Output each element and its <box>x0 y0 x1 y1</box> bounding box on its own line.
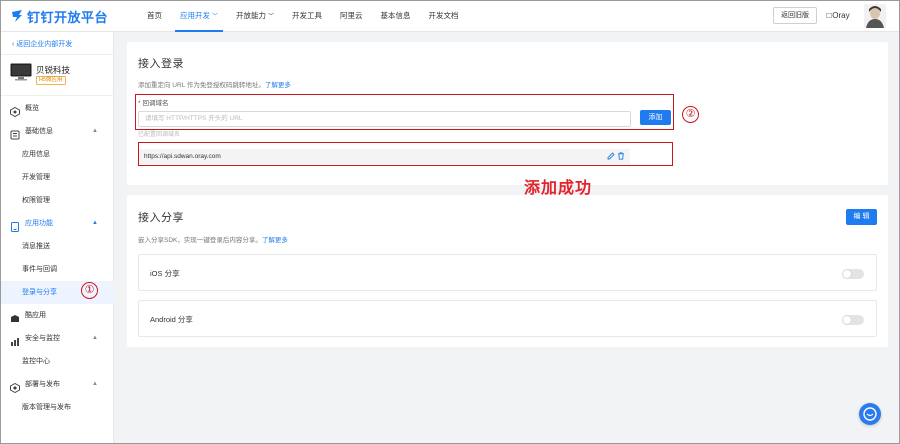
back-to-internal-dev-link[interactable]: ‹ 返回企业内部开发 <box>12 39 72 49</box>
sidebar-item-label: 监控中心 <box>22 358 50 365</box>
sidebar-item-label: 登录与分享 <box>22 289 57 296</box>
ios-share-row: iOS 分享 <box>138 254 877 291</box>
nav-basic-info-label: 基本信息 <box>380 11 411 20</box>
nav-aliyun-label: 阿里云 <box>340 11 363 20</box>
sidebar-item-label: 基础信息 <box>25 128 53 135</box>
dingtalk-logo[interactable]: 钉钉开放平台 <box>10 8 109 25</box>
nav-dev-docs[interactable]: 开发文档 <box>420 0 468 32</box>
nav-dev-docs-label: 开发文档 <box>428 11 459 20</box>
annotation-marker-2: ② <box>682 106 699 123</box>
app-function-icon <box>10 219 20 232</box>
sidebar-item-monitor-center[interactable]: 监控中心 <box>0 350 114 373</box>
top-navigation-bar: 钉钉开放平台 首页 应用开发 ﹀ 开放能力 ﹀ 开发工具 阿里云 基本信息 开发文档… <box>0 0 900 32</box>
share-card-title: 接入分享 <box>138 212 184 224</box>
sidebar-item-label: 权限管理 <box>22 197 50 204</box>
nav-home-label: 首页 <box>147 11 162 20</box>
sidebar-item-label: 酷应用 <box>25 312 46 319</box>
annotation-box-input <box>135 94 674 130</box>
share-card-desc: 嵌入分享SDK，实现一键登录后内容分享。了解更多 <box>138 234 288 244</box>
sidebar-item-permission[interactable]: 权限管理 <box>0 189 114 212</box>
sidebar-item-label: 消息推送 <box>22 243 50 250</box>
sidebar-item-label: 版本管理与发布 <box>22 404 71 411</box>
share-desc-text: 嵌入分享SDK，实现一键登录后内容分享。 <box>138 237 262 244</box>
chevron-up-icon: ▲ <box>92 128 98 134</box>
nav-app-dev-label: 应用开发 <box>180 11 210 20</box>
sidebar-item-label: 开发管理 <box>22 174 50 181</box>
chart-bars-icon <box>10 334 20 346</box>
main-nav: 首页 应用开发 ﹀ 开放能力 ﹀ 开发工具 阿里云 基本信息 开发文档 <box>138 0 468 32</box>
android-share-toggle[interactable] <box>842 315 864 325</box>
monitor-icon <box>10 63 32 81</box>
chevron-up-icon: ▲ <box>92 220 98 226</box>
nav-dev-tools[interactable]: 开发工具 <box>283 0 331 32</box>
app-name: 贝锐科技 <box>36 65 71 75</box>
android-share-label: Android 分享 <box>150 315 193 324</box>
edit-button[interactable]: 编 辑 <box>846 209 877 225</box>
login-desc-text: 添加重定向 URL 作为免登授权码跳转地址。 <box>138 82 265 89</box>
android-share-row: Android 分享 <box>138 300 877 337</box>
sidebar: ‹ 返回企业内部开发 贝锐科技 H5微应用 概览 基础信息 ▲ 应用信息 开发管… <box>0 32 114 444</box>
chevron-up-icon: ▲ <box>92 335 98 341</box>
nav-home[interactable]: 首页 <box>138 0 171 32</box>
sidebar-item-deploy[interactable]: 部署与发布 ▲ <box>0 373 114 396</box>
learn-more-link[interactable]: 了解更多 <box>262 237 288 244</box>
dingtalk-logo-icon <box>10 9 24 23</box>
sidebar-item-message-push[interactable]: 消息推送 <box>0 235 114 258</box>
ios-share-toggle[interactable] <box>842 269 864 279</box>
app-card: 贝锐科技 H5微应用 <box>10 62 110 88</box>
deploy-icon <box>10 380 20 393</box>
chevron-down-icon: ﹀ <box>212 14 219 20</box>
user-name[interactable]: ☐Oray <box>826 0 850 33</box>
login-card-desc: 添加重定向 URL 作为免登授权码跳转地址。了解更多 <box>138 79 291 89</box>
sidebar-item-security[interactable]: 安全与监控 ▲ <box>0 327 114 350</box>
learn-more-link[interactable]: 了解更多 <box>265 82 291 89</box>
sidebar-item-label: 概览 <box>25 105 39 112</box>
app-type-badge: H5微应用 <box>36 76 66 85</box>
sidebar-item-label: 应用功能 <box>25 220 53 227</box>
sidebar-item-cool-app[interactable]: 酷应用 <box>0 304 114 327</box>
login-card-title: 接入登录 <box>138 58 184 70</box>
divider <box>0 95 114 96</box>
nav-app-dev[interactable]: 应用开发 ﹀ <box>171 0 227 32</box>
annotation-marker-1: ① <box>81 282 98 299</box>
annotation-box-saved <box>138 142 673 166</box>
chat-icon <box>863 407 877 421</box>
sidebar-item-events-callbacks[interactable]: 事件与回调 <box>0 258 114 281</box>
sidebar-item-label: 应用信息 <box>22 151 50 158</box>
help-float-button[interactable] <box>859 403 881 425</box>
logo-text: 钉钉开放平台 <box>27 9 109 25</box>
sidebar-item-app-function[interactable]: 应用功能 ▲ <box>0 212 114 235</box>
sidebar-item-app-info[interactable]: 应用信息 <box>0 143 114 166</box>
saved-domain-label: 已配置回调域名 <box>138 132 181 138</box>
cool-app-icon <box>10 311 20 322</box>
sidebar-item-label: 部署与发布 <box>25 381 60 388</box>
chevron-down-icon: ﹀ <box>268 14 275 20</box>
ios-share-label: iOS 分享 <box>150 269 180 278</box>
sidebar-item-dev-management[interactable]: 开发管理 <box>0 166 114 189</box>
user-name-label: Oray <box>832 11 850 20</box>
info-icon <box>10 127 20 139</box>
sidebar-item-label: 事件与回调 <box>22 266 57 273</box>
overview-icon <box>10 104 20 117</box>
chevron-up-icon: ▲ <box>92 381 98 387</box>
sidebar-item-overview[interactable]: 概览 <box>0 97 114 120</box>
sidebar-item-version-release[interactable]: 版本管理与发布 <box>0 396 114 419</box>
return-old-version-button[interactable]: 返回旧版 <box>773 7 817 24</box>
share-card: 接入分享 编 辑 嵌入分享SDK，实现一键登录后内容分享。了解更多 iOS 分享… <box>127 195 888 347</box>
divider <box>0 54 114 55</box>
nav-aliyun[interactable]: 阿里云 <box>331 0 372 32</box>
annotation-success-text: 添加成功 <box>524 180 593 197</box>
back-link-label: 返回企业内部开发 <box>16 41 73 48</box>
nav-dev-tools-label: 开发工具 <box>292 11 323 20</box>
sidebar-item-basic-info[interactable]: 基础信息 ▲ <box>0 120 114 143</box>
avatar[interactable] <box>864 4 886 28</box>
sidebar-item-label: 安全与监控 <box>25 335 60 342</box>
nav-open-capability[interactable]: 开放能力 ﹀ <box>227 0 283 32</box>
nav-basic-info[interactable]: 基本信息 <box>372 0 420 32</box>
nav-open-capability-label: 开放能力 <box>236 11 267 20</box>
